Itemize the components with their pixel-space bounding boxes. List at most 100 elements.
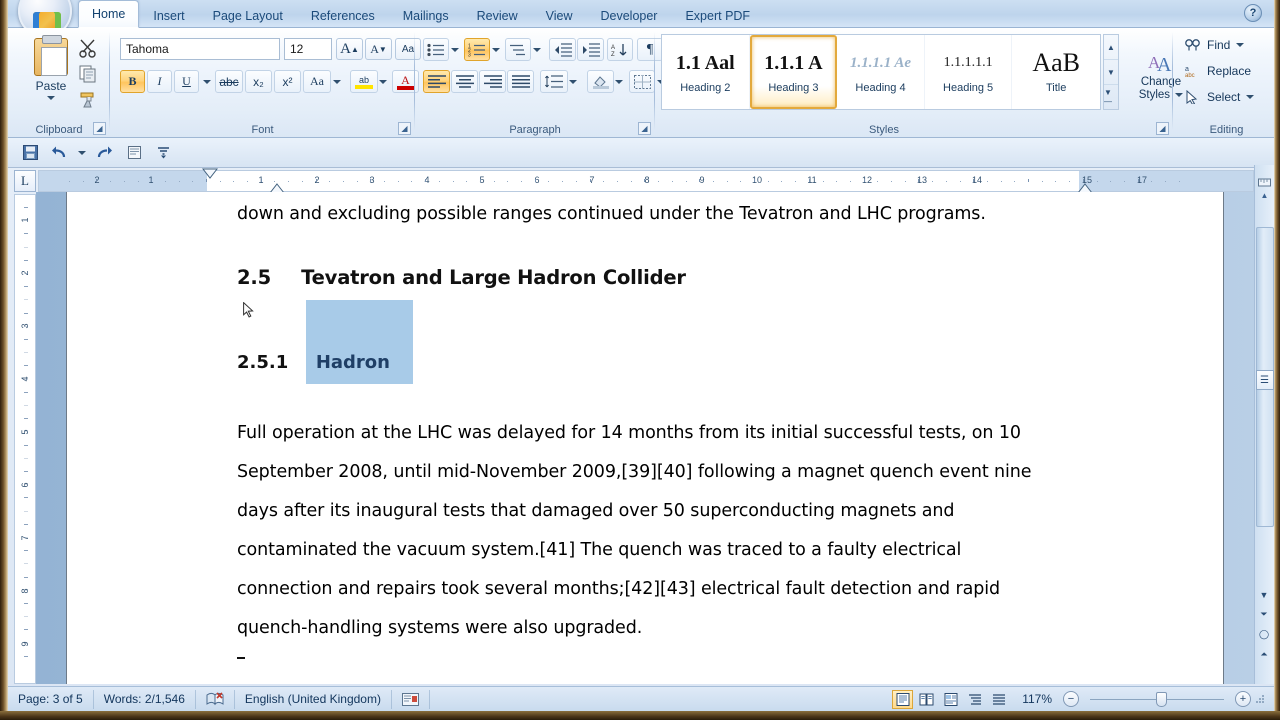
heading-3-hadron[interactable]: 2.5.1 Hadron [237,352,393,373]
styles-gallery[interactable]: 1.1 Aal Heading 2 1.1.1 A Heading 3 1.1.… [661,34,1101,110]
styles-more-icon[interactable]: ▼— [1104,85,1118,109]
tab-insert[interactable]: Insert [139,3,198,28]
print-preview-icon[interactable] [124,143,144,163]
paste-button[interactable]: Paste [22,35,80,110]
status-word-count[interactable]: Words: 2/1,546 [94,689,196,709]
redo-icon[interactable] [95,143,115,163]
multilevel-list-icon[interactable] [505,38,531,61]
sort-icon[interactable]: AZ [607,38,633,61]
undo-dropdown-icon[interactable] [78,150,86,155]
multilevel-dropdown-icon[interactable] [531,38,543,61]
select-button[interactable]: Select [1185,90,1255,104]
shrink-font-button[interactable]: A ▼ [365,38,392,60]
line-spacing-dropdown-icon[interactable] [567,70,579,93]
zoom-out-button[interactable]: − [1063,691,1079,707]
style-heading-5[interactable]: 1.1.1.1.1 Heading 5 [924,35,1013,109]
view-print-layout-button[interactable] [892,689,914,709]
previous-page-icon[interactable]: ⏷ [1254,605,1274,624]
bullet-list-icon[interactable] [423,38,449,61]
status-language[interactable]: English (United Kingdom) [235,689,392,709]
view-outline-button[interactable] [964,690,985,709]
tab-developer[interactable]: Developer [586,3,671,28]
paragraph-continued[interactable]: down and excluding possible ranges conti… [237,195,1117,234]
zoom-slider-thumb[interactable] [1156,691,1167,707]
increase-indent-icon[interactable] [577,38,604,61]
status-proofing-button[interactable] [196,689,235,709]
format-painter-icon[interactable] [78,88,100,108]
select-browse-object-button[interactable]: ☰ [1255,370,1274,390]
heading-2-tevatron[interactable]: 2.5 Tevatron and Large Hadron Collider [237,266,686,289]
next-page-icon[interactable]: ⏶ [1254,645,1274,664]
change-case-button[interactable]: Aa [303,70,331,93]
vertical-ruler[interactable]: 123456789 [14,194,36,684]
underline-dropdown-icon[interactable] [200,70,213,93]
subscript-button[interactable]: x₂ [245,70,272,93]
clipboard-dialog-launcher[interactable]: ◢ [93,122,106,135]
borders-icon[interactable] [629,70,655,93]
zoom-level-label[interactable]: 117% [1022,692,1052,706]
scroll-down-icon[interactable]: ▼ [1254,585,1274,604]
style-heading-3[interactable]: 1.1.1 A Heading 3 [749,35,838,109]
select-dropdown-icon[interactable] [1246,95,1255,99]
font-size-combo[interactable]: 12 [284,38,332,60]
document-page[interactable]: down and excluding possible ranges conti… [66,192,1224,684]
view-ruler-icon[interactable] [1254,173,1274,192]
scissors-icon[interactable] [78,38,100,58]
line-spacing-icon[interactable] [540,70,568,93]
font-name-combo[interactable]: Tahoma [120,38,280,60]
resize-grip-icon[interactable] [1254,693,1266,705]
italic-button[interactable]: I [147,70,172,93]
help-icon[interactable]: ? [1244,4,1262,22]
status-page-indicator[interactable]: Page: 3 of 5 [8,689,94,709]
status-macro-button[interactable] [392,689,430,709]
tab-page-layout[interactable]: Page Layout [199,3,297,28]
copy-icon[interactable] [78,63,100,83]
zoom-slider[interactable] [1082,691,1232,707]
tab-stop-selector[interactable]: L [14,170,36,192]
style-heading-4[interactable]: 1.1.1.1 Aе Heading 4 [837,35,925,109]
grow-font-button[interactable]: A ▲ [336,38,363,60]
tab-mailings[interactable]: Mailings [389,3,463,28]
style-heading-2[interactable]: 1.1 Aal Heading 2 [662,35,750,109]
customize-icon[interactable] [153,143,173,163]
save-icon[interactable] [20,143,40,163]
align-right-icon[interactable] [479,70,506,93]
highlight-dropdown-icon[interactable] [377,70,389,93]
style-title[interactable]: AaB Title [1012,35,1100,109]
tab-expert-pdf[interactable]: Expert PDF [671,3,764,28]
font-dialog-launcher[interactable]: ◢ [398,122,411,135]
tab-view[interactable]: View [532,3,587,28]
zoom-in-button[interactable]: + [1235,691,1251,707]
styles-dialog-launcher[interactable]: ◢ [1156,122,1169,135]
tab-references[interactable]: References [297,3,389,28]
undo-icon[interactable] [49,143,69,163]
replace-button[interactable]: a abc Replace [1185,64,1251,78]
numbered-list-icon[interactable]: 123 [464,38,490,61]
tab-review[interactable]: Review [463,3,532,28]
first-line-indent-marker[interactable] [202,168,218,180]
align-center-icon[interactable] [451,70,478,93]
shading-dropdown-icon[interactable] [613,70,625,93]
body-paragraph[interactable]: Full operation at the LHC was delayed fo… [237,414,1117,648]
change-case-dropdown-icon[interactable] [331,70,343,93]
browse-object-circle-icon[interactable]: ◯ [1254,625,1274,644]
view-web-layout-button[interactable] [940,690,961,709]
styles-scroll-up-icon[interactable]: ▲ [1104,35,1118,60]
shading-icon[interactable] [587,70,614,93]
superscript-button[interactable]: x² [274,70,301,93]
paste-dropdown-icon[interactable] [47,96,55,100]
text-highlight-button[interactable]: ab [350,70,378,93]
find-button[interactable]: Find [1185,38,1245,52]
tab-home[interactable]: Home [78,0,140,28]
align-left-icon[interactable] [423,70,450,93]
bold-button[interactable]: B [120,70,145,93]
horizontal-ruler[interactable]: 2112345678910111213141517 [38,168,1254,194]
strikethrough-button[interactable]: abc [215,70,243,93]
document-canvas[interactable]: down and excluding possible ranges conti… [36,192,1254,684]
styles-scroll-down-icon[interactable]: ▼ [1104,60,1118,85]
bullets-dropdown-icon[interactable] [449,38,461,61]
view-full-screen-reading-button[interactable] [916,690,937,709]
justify-icon[interactable] [507,70,534,93]
numbering-dropdown-icon[interactable] [490,38,502,61]
decrease-indent-icon[interactable] [549,38,576,61]
